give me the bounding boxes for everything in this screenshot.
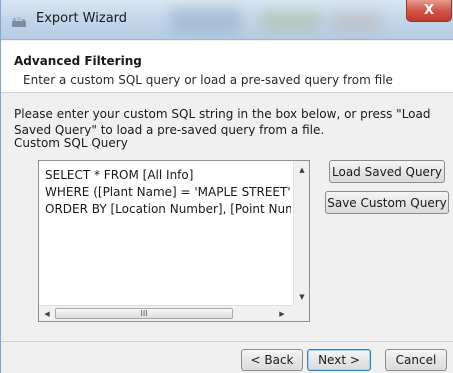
chevron-up-icon[interactable]: ▲ [294, 163, 310, 177]
back-button[interactable]: < Back [241, 349, 303, 371]
close-icon: X [423, 3, 435, 18]
load-saved-query-button[interactable]: Load Saved Query [329, 160, 445, 183]
chevron-right-icon[interactable]: ▶ [275, 306, 289, 322]
scroll-grip: III [140, 309, 148, 318]
export-wizard-window: Export Wizard X Advanced Filtering Enter… [0, 0, 453, 373]
vertical-scrollbar[interactable]: ▲ ▼ [293, 161, 309, 306]
sql-query-textarea[interactable]: SELECT * FROM [All Info] WHERE ([Plant N… [38, 160, 310, 322]
sql-query-text[interactable]: SELECT * FROM [All Info] WHERE ([Plant N… [45, 167, 291, 301]
page-subtitle: Enter a custom SQL query or load a pre-s… [23, 73, 393, 87]
horizontal-scroll-thumb[interactable]: III [55, 308, 233, 319]
export-wizard-icon [11, 13, 27, 27]
close-button[interactable]: X [406, 0, 452, 22]
next-button[interactable]: Next > [307, 349, 371, 371]
window-title: Export Wizard [36, 11, 128, 26]
save-custom-query-button[interactable]: Save Custom Query [325, 191, 449, 214]
footer-divider [1, 341, 453, 342]
title-bar[interactable]: Export Wizard X [1, 0, 453, 40]
page-title: Advanced Filtering [14, 54, 142, 68]
wizard-header: Advanced Filtering Enter a custom SQL qu… [1, 41, 453, 93]
cancel-button[interactable]: Cancel [385, 349, 447, 371]
custom-sql-label: Custom SQL Query [14, 136, 132, 150]
chevron-left-icon[interactable]: ◀ [40, 306, 54, 322]
horizontal-scrollbar[interactable]: ◀ III ▶ [39, 305, 293, 321]
scroll-corner [293, 305, 309, 321]
chevron-down-icon[interactable]: ▼ [294, 290, 310, 304]
instructions-text: Please enter your custom SQL string in t… [14, 107, 431, 136]
